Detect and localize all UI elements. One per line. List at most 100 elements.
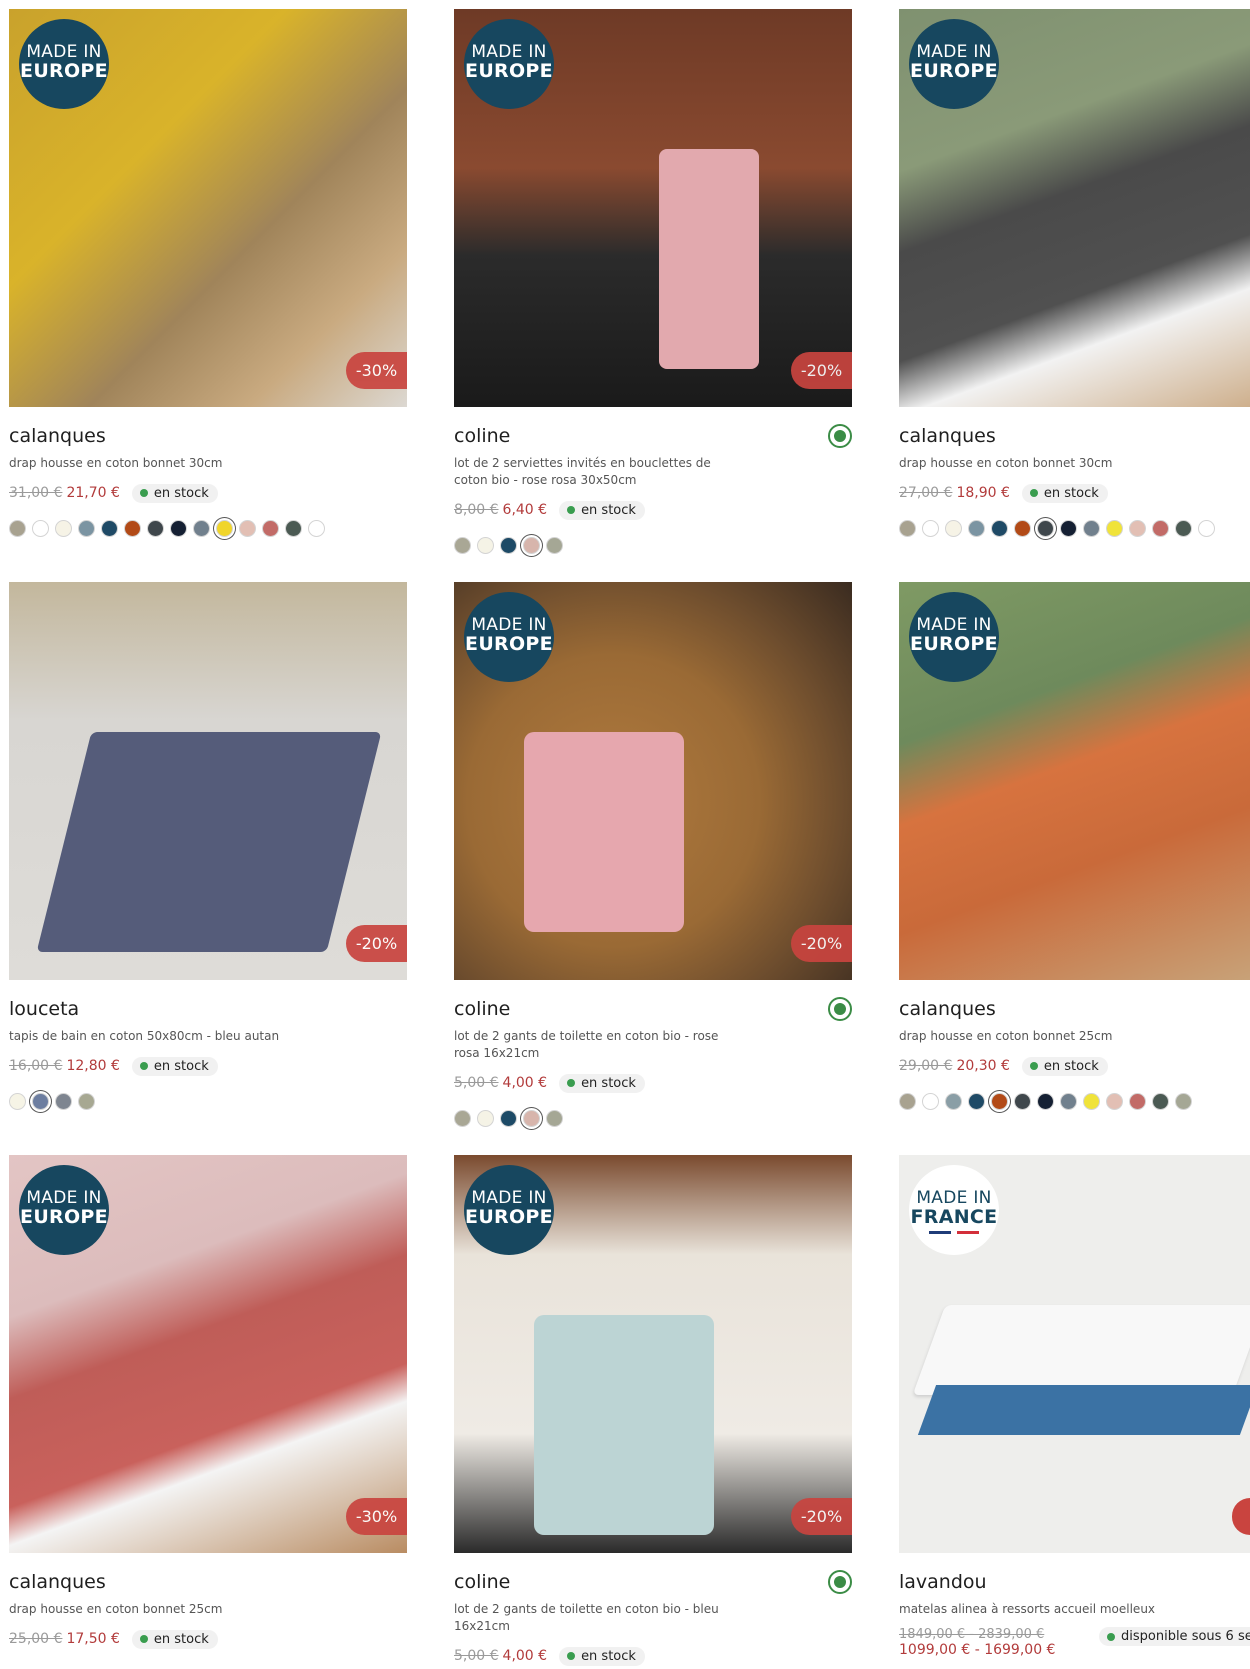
product-title[interactable]: coline xyxy=(454,998,852,1020)
towel-shape xyxy=(659,149,759,369)
price: 12,80 € xyxy=(66,1058,120,1074)
color-swatch[interactable] xyxy=(477,1110,494,1127)
old-price: 31,00 € xyxy=(9,485,63,501)
product-title[interactable]: lavandou xyxy=(899,1571,1250,1593)
stock-badge: en stock xyxy=(1021,483,1108,503)
product-image[interactable]: MADE IN FRANCE xyxy=(899,1155,1250,1553)
product-description: drap housse en coton bonnet 30cm xyxy=(899,456,1113,470)
color-swatch[interactable] xyxy=(945,520,962,537)
color-swatch[interactable] xyxy=(170,520,187,537)
color-swatch[interactable] xyxy=(1083,520,1100,537)
product-title[interactable]: calanques xyxy=(899,425,1250,447)
old-price: 29,00 € xyxy=(899,1058,953,1074)
color-swatch[interactable] xyxy=(285,520,302,537)
color-swatch[interactable] xyxy=(32,520,49,537)
product-card[interactable]: MADE IN EUROPE -20% coline lot de 2 servi… xyxy=(454,9,852,554)
color-swatch[interactable] xyxy=(216,520,233,537)
color-swatch[interactable] xyxy=(239,520,256,537)
color-swatch[interactable] xyxy=(124,520,141,537)
old-price: 5,00 € xyxy=(454,1648,499,1664)
stock-badge: en stock xyxy=(131,483,218,503)
color-swatch[interactable] xyxy=(1014,520,1031,537)
color-swatch[interactable] xyxy=(899,1093,916,1110)
product-card[interactable]: MADE IN EUROPE calanques drap housse en c… xyxy=(899,9,1250,537)
product-title[interactable]: louceta xyxy=(9,998,407,1020)
color-swatch[interactable] xyxy=(262,520,279,537)
color-swatch[interactable] xyxy=(1060,1093,1077,1110)
color-swatch[interactable] xyxy=(899,520,916,537)
product-title[interactable]: calanques xyxy=(9,1571,407,1593)
color-swatch[interactable] xyxy=(1106,520,1123,537)
product-title[interactable]: coline xyxy=(454,1571,852,1593)
color-swatch[interactable] xyxy=(477,537,494,554)
color-swatch[interactable] xyxy=(1037,520,1054,537)
product-card[interactable]: MADE IN EUROPE -30% calanques drap housse… xyxy=(9,1155,407,1650)
color-swatch[interactable] xyxy=(968,520,985,537)
color-swatch[interactable] xyxy=(546,537,563,554)
price: 18,90 € xyxy=(956,485,1010,501)
color-swatch[interactable] xyxy=(454,1110,471,1127)
product-image[interactable]: -20% xyxy=(9,582,407,980)
color-swatch[interactable] xyxy=(1129,520,1146,537)
product-image[interactable]: MADE IN EUROPE xyxy=(899,582,1250,980)
product-card[interactable]: MADE IN EUROPE -20% coline lot de 2 gants… xyxy=(454,582,852,1127)
color-swatch[interactable] xyxy=(968,1093,985,1110)
color-swatch[interactable] xyxy=(32,1093,49,1110)
discount-badge: -20% xyxy=(791,1498,852,1535)
color-swatch[interactable] xyxy=(523,1110,540,1127)
product-image[interactable]: MADE IN EUROPE -20% xyxy=(454,1155,852,1553)
color-swatch[interactable] xyxy=(1152,520,1169,537)
washcloth-shape xyxy=(534,1315,714,1535)
mattress-top xyxy=(912,1305,1250,1395)
color-swatch[interactable] xyxy=(1175,1093,1192,1110)
color-swatch[interactable] xyxy=(193,520,210,537)
color-swatch[interactable] xyxy=(1037,1093,1054,1110)
color-swatch[interactable] xyxy=(991,520,1008,537)
color-swatches xyxy=(454,537,852,554)
product-card[interactable]: MADE IN EUROPE -30% calanques drap housse… xyxy=(9,9,407,537)
color-swatch[interactable] xyxy=(147,520,164,537)
product-image[interactable]: MADE IN EUROPE -30% xyxy=(9,1155,407,1553)
color-swatch[interactable] xyxy=(1060,520,1077,537)
product-title[interactable]: calanques xyxy=(899,998,1250,1020)
color-swatch[interactable] xyxy=(500,1110,517,1127)
color-swatch[interactable] xyxy=(546,1110,563,1127)
color-swatch[interactable] xyxy=(9,520,26,537)
color-swatch[interactable] xyxy=(1175,520,1192,537)
product-card[interactable]: MADE IN FRANCE lavandou matelas alinea à … xyxy=(899,1155,1250,1658)
color-swatch[interactable] xyxy=(523,537,540,554)
stock-badge: en stock xyxy=(1021,1056,1108,1076)
color-swatch[interactable] xyxy=(454,537,471,554)
color-swatch[interactable] xyxy=(78,1093,95,1110)
color-swatch[interactable] xyxy=(500,537,517,554)
color-swatch[interactable] xyxy=(922,520,939,537)
color-swatch[interactable] xyxy=(1014,1093,1031,1110)
color-swatch[interactable] xyxy=(1152,1093,1169,1110)
product-image[interactable]: MADE IN EUROPE -20% xyxy=(454,9,852,407)
stock-badge: en stock xyxy=(559,500,645,520)
color-swatch[interactable] xyxy=(1106,1093,1123,1110)
product-card[interactable]: -20% louceta tapis de bain en coton 50x8… xyxy=(9,582,407,1110)
old-price: 25,00 € xyxy=(9,1631,63,1647)
product-image[interactable]: MADE IN EUROPE -20% xyxy=(454,582,852,980)
color-swatch[interactable] xyxy=(1129,1093,1146,1110)
product-title[interactable]: calanques xyxy=(9,425,407,447)
product-image[interactable]: MADE IN EUROPE xyxy=(899,9,1250,407)
color-swatch[interactable] xyxy=(1198,520,1215,537)
color-swatch[interactable] xyxy=(9,1093,26,1110)
color-swatch[interactable] xyxy=(991,1093,1008,1110)
color-swatch[interactable] xyxy=(308,520,325,537)
color-swatch[interactable] xyxy=(922,1093,939,1110)
product-card[interactable]: MADE IN EUROPE -20% coline lot de 2 gants… xyxy=(454,1155,852,1667)
color-swatch[interactable] xyxy=(945,1093,962,1110)
color-swatch[interactable] xyxy=(101,520,118,537)
color-swatch[interactable] xyxy=(78,520,95,537)
product-image[interactable]: MADE IN EUROPE -30% xyxy=(9,9,407,407)
color-swatch[interactable] xyxy=(55,520,72,537)
color-swatch[interactable] xyxy=(55,1093,72,1110)
product-description: lot de 2 gants de toilette en coton bio … xyxy=(454,1602,719,1633)
product-card[interactable]: MADE IN EUROPE calanques drap housse en c… xyxy=(899,582,1250,1110)
bath-mat-shape xyxy=(36,732,382,952)
color-swatch[interactable] xyxy=(1083,1093,1100,1110)
product-title[interactable]: coline xyxy=(454,425,852,447)
